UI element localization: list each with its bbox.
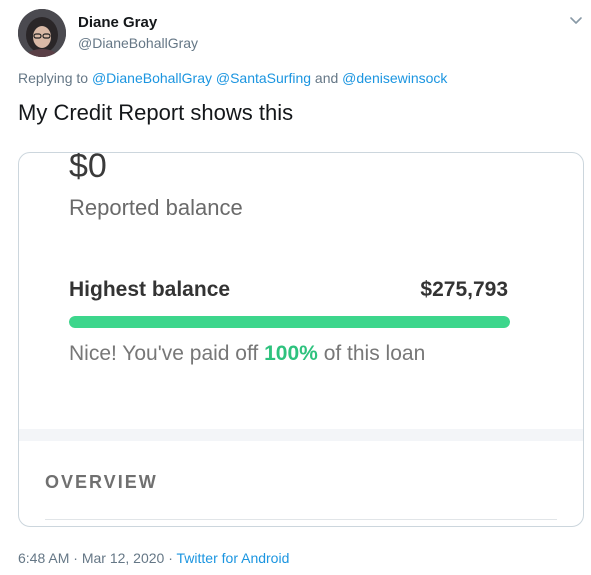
payoff-progress-fill [69,316,510,328]
replying-to-label: Replying to [18,70,89,86]
overview-heading: OVERVIEW [45,472,158,492]
replying-to: Replying to @DianeBohallGray @SantaSurfi… [18,70,447,86]
tweet-meta: 6:48 AM · Mar 12, 2020 · Twitter for And… [18,550,289,566]
meta-separator: · [168,550,173,566]
avatar[interactable] [18,9,66,57]
mention-link[interactable]: @denisewinsock [342,70,447,86]
payoff-progress-bar [69,316,510,328]
mention-link[interactable]: @DianeBohallGray [92,70,212,86]
highest-balance-value: $275,793 [420,278,508,301]
payoff-message-prefix: Nice! You've paid off [69,342,259,365]
mention-link[interactable]: @SantaSurfing [216,70,311,86]
payoff-percent: 100% [264,342,318,365]
avatar-image [18,9,66,57]
chevron-down-icon[interactable] [568,12,584,28]
media-card[interactable]: $0 Reported balance Highest balance $275… [18,152,584,527]
tweet-date[interactable]: Mar 12, 2020 [82,550,165,566]
author-handle[interactable]: @DianeBohallGray [78,35,198,51]
section-divider [19,429,583,441]
meta-separator: · [73,550,78,566]
reported-balance-label: Reported balance [69,195,243,220]
payoff-message: Nice! You've paid off 100% of this loan [69,342,425,366]
author-name[interactable]: Diane Gray [78,14,157,31]
tweet-source[interactable]: Twitter for Android [177,550,290,566]
highest-balance-label: Highest balance [69,278,231,301]
tweet-text: My Credit Report shows this [18,100,294,125]
replying-to-conjunction: and [314,70,339,86]
payoff-message-suffix: of this loan [323,342,426,365]
reported-amount: $0 [69,152,107,185]
tweet: Diane Gray @DianeBohallGray Replying to … [0,0,591,575]
tweet-time[interactable]: 6:48 AM [18,550,69,566]
divider [45,519,557,520]
